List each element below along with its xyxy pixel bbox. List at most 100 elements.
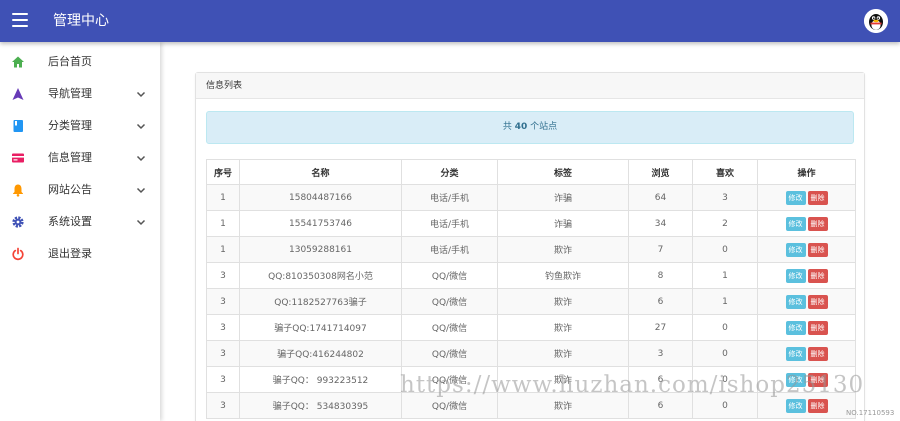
sidebar-item-announcements[interactable]: 网站公告 [0, 175, 160, 207]
user-avatar[interactable] [864, 9, 888, 33]
cell-category: QQ/微信 [401, 340, 498, 367]
edit-button[interactable]: 修改 [785, 190, 806, 205]
cell-actions: 修改 删除 [757, 288, 856, 315]
edit-button[interactable]: 修改 [785, 398, 806, 413]
sidebar-item-settings[interactable]: 系统设置 [0, 207, 160, 239]
edit-button[interactable]: 修改 [785, 268, 806, 283]
edit-button[interactable]: 修改 [785, 346, 806, 361]
cell-tag: 欺诈 [497, 288, 629, 315]
home-icon [12, 56, 24, 68]
cell-name: 骗子QQ： 993223512 [239, 366, 402, 393]
cell-name: 骗子QQ:416244802 [239, 340, 402, 367]
cell-category: QQ/微信 [401, 262, 498, 289]
sidebar-item-label: 后台首页 [48, 55, 92, 68]
cell-name: QQ:810350308网名小范 [239, 262, 402, 289]
sidebar-item-navigation[interactable]: 导航管理 [0, 79, 160, 111]
cell-actions: 修改 删除 [757, 210, 856, 237]
cell-likes: 1 [692, 262, 758, 289]
book-icon [13, 120, 23, 132]
cell-name: 骗子QQ:1741714097 [239, 314, 402, 341]
cell-views: 7 [628, 236, 693, 263]
column-header: 喜欢 [692, 159, 758, 185]
bell-icon [13, 184, 23, 197]
sidebar-item-label: 信息管理 [48, 151, 92, 164]
cell-id: 3 [206, 288, 240, 315]
cell-tag: 欺诈 [497, 314, 629, 341]
cell-id: 1 [206, 184, 240, 211]
image-stamp: NO.17110593 [846, 409, 895, 417]
column-header: 序号 [206, 159, 240, 185]
delete-button[interactable]: 删除 [807, 268, 828, 283]
chevron-down-icon [136, 219, 146, 226]
delete-button[interactable]: 删除 [807, 294, 828, 309]
watermark: https://www.huzhan.com/ishop25130 [400, 372, 865, 398]
table-row: 1 13059288161 电话/手机 欺诈 7 0 修改 删除 [206, 236, 856, 263]
sidebar-item-info-management[interactable]: 信息管理 [0, 143, 160, 175]
cell-id: 1 [206, 236, 240, 263]
main-content: 信息列表 共 40 个站点 序号 名称 分类 标签 浏览 喜欢 操作 1 158… [160, 42, 900, 421]
cell-category: 电话/手机 [401, 236, 498, 263]
cell-views: 27 [628, 314, 693, 341]
cell-views: 8 [628, 262, 693, 289]
cell-id: 3 [206, 314, 240, 341]
delete-button[interactable]: 删除 [807, 398, 828, 413]
cell-name: QQ:1182527763骗子 [239, 288, 402, 315]
sidebar-item-label: 分类管理 [48, 119, 92, 132]
column-header: 名称 [239, 159, 402, 185]
chevron-down-icon [136, 155, 146, 162]
cell-id: 1 [206, 210, 240, 237]
edit-button[interactable]: 修改 [785, 320, 806, 335]
cell-tag: 欺诈 [497, 236, 629, 263]
cell-views: 64 [628, 184, 693, 211]
cell-actions: 修改 删除 [757, 262, 856, 289]
delete-button[interactable]: 删除 [807, 242, 828, 257]
cell-tag: 诈骗 [497, 210, 629, 237]
column-header: 操作 [757, 159, 856, 185]
cell-category: QQ/微信 [401, 288, 498, 315]
site-count: 40 [514, 122, 528, 132]
cell-views: 34 [628, 210, 693, 237]
edit-button[interactable]: 修改 [785, 294, 806, 309]
table-row: 3 骗子QQ:1741714097 QQ/微信 欺诈 27 0 修改 删除 [206, 314, 856, 341]
info-list-panel: 信息列表 共 40 个站点 序号 名称 分类 标签 浏览 喜欢 操作 1 158… [195, 72, 865, 421]
sidebar-item-label: 网站公告 [48, 183, 92, 196]
cell-likes: 2 [692, 210, 758, 237]
edit-button[interactable]: 修改 [785, 242, 806, 257]
cell-tag: 欺诈 [497, 340, 629, 367]
cell-id: 3 [206, 366, 240, 393]
table-row: 1 15541753746 电话/手机 诈骗 34 2 修改 删除 [206, 210, 856, 237]
top-app-bar: 管理中心 [0, 0, 900, 42]
cell-likes: 3 [692, 184, 758, 211]
delete-button[interactable]: 删除 [807, 190, 828, 205]
column-header: 分类 [401, 159, 498, 185]
sidebar-item-categories[interactable]: 分类管理 [0, 111, 160, 143]
sidebar-item-label: 退出登录 [48, 247, 92, 260]
qq-penguin-icon [864, 9, 888, 33]
cell-likes: 0 [692, 340, 758, 367]
table-row: 1 15804487166 电话/手机 诈骗 64 3 修改 删除 [206, 184, 856, 211]
cell-category: 电话/手机 [401, 184, 498, 211]
site-count-alert: 共 40 个站点 [206, 111, 854, 144]
edit-button[interactable]: 修改 [785, 216, 806, 231]
navigation-icon [12, 88, 24, 100]
summary-suffix: 个站点 [527, 122, 558, 132]
chevron-down-icon [136, 187, 146, 194]
sidebar-item-logout[interactable]: 退出登录 [0, 239, 160, 271]
sidebar-item-dashboard[interactable]: 后台首页 [0, 47, 160, 79]
column-header: 标签 [497, 159, 629, 185]
table-row: 3 骗子QQ:416244802 QQ/微信 欺诈 3 0 修改 删除 [206, 340, 856, 367]
cell-views: 3 [628, 340, 693, 367]
cell-views: 6 [628, 288, 693, 315]
cell-id: 3 [206, 340, 240, 367]
cell-likes: 1 [692, 288, 758, 315]
cell-category: 电话/手机 [401, 210, 498, 237]
delete-button[interactable]: 删除 [807, 216, 828, 231]
hamburger-menu-icon[interactable] [12, 13, 28, 27]
cell-name: 15541753746 [239, 210, 402, 237]
delete-button[interactable]: 删除 [807, 346, 828, 361]
chevron-down-icon [136, 91, 146, 98]
sidebar-item-label: 系统设置 [48, 215, 92, 228]
delete-button[interactable]: 删除 [807, 320, 828, 335]
cell-tag: 钓鱼欺诈 [497, 262, 629, 289]
cell-likes: 0 [692, 314, 758, 341]
